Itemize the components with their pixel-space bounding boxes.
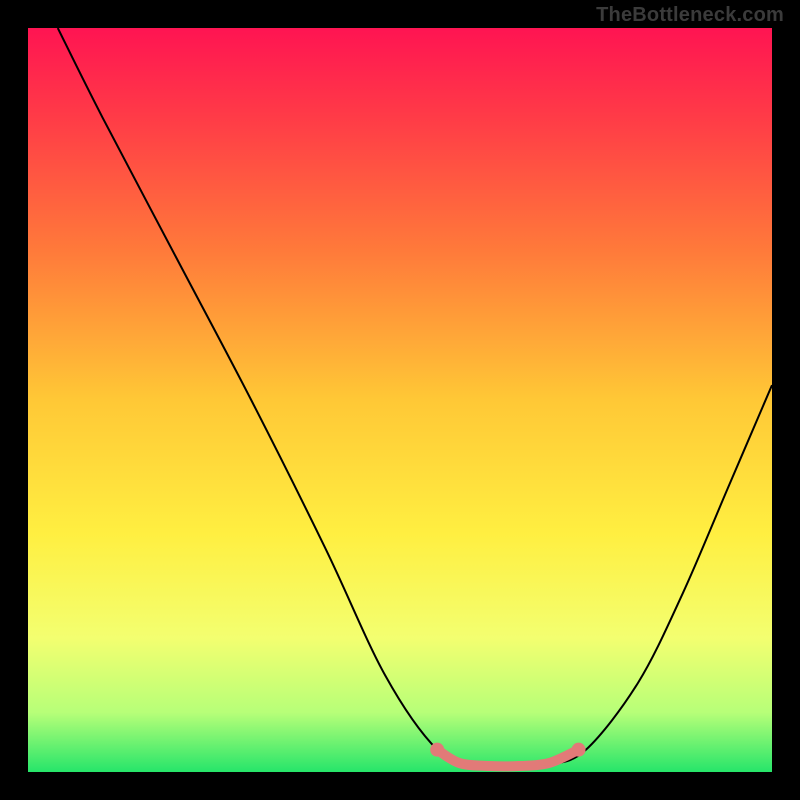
chart-background: [28, 28, 772, 772]
chart-svg: [28, 28, 772, 772]
highlight-endpoint: [430, 743, 444, 757]
watermark-text: TheBottleneck.com: [596, 4, 784, 27]
highlight-endpoint: [572, 743, 586, 757]
chart-plot-area: [28, 28, 772, 772]
